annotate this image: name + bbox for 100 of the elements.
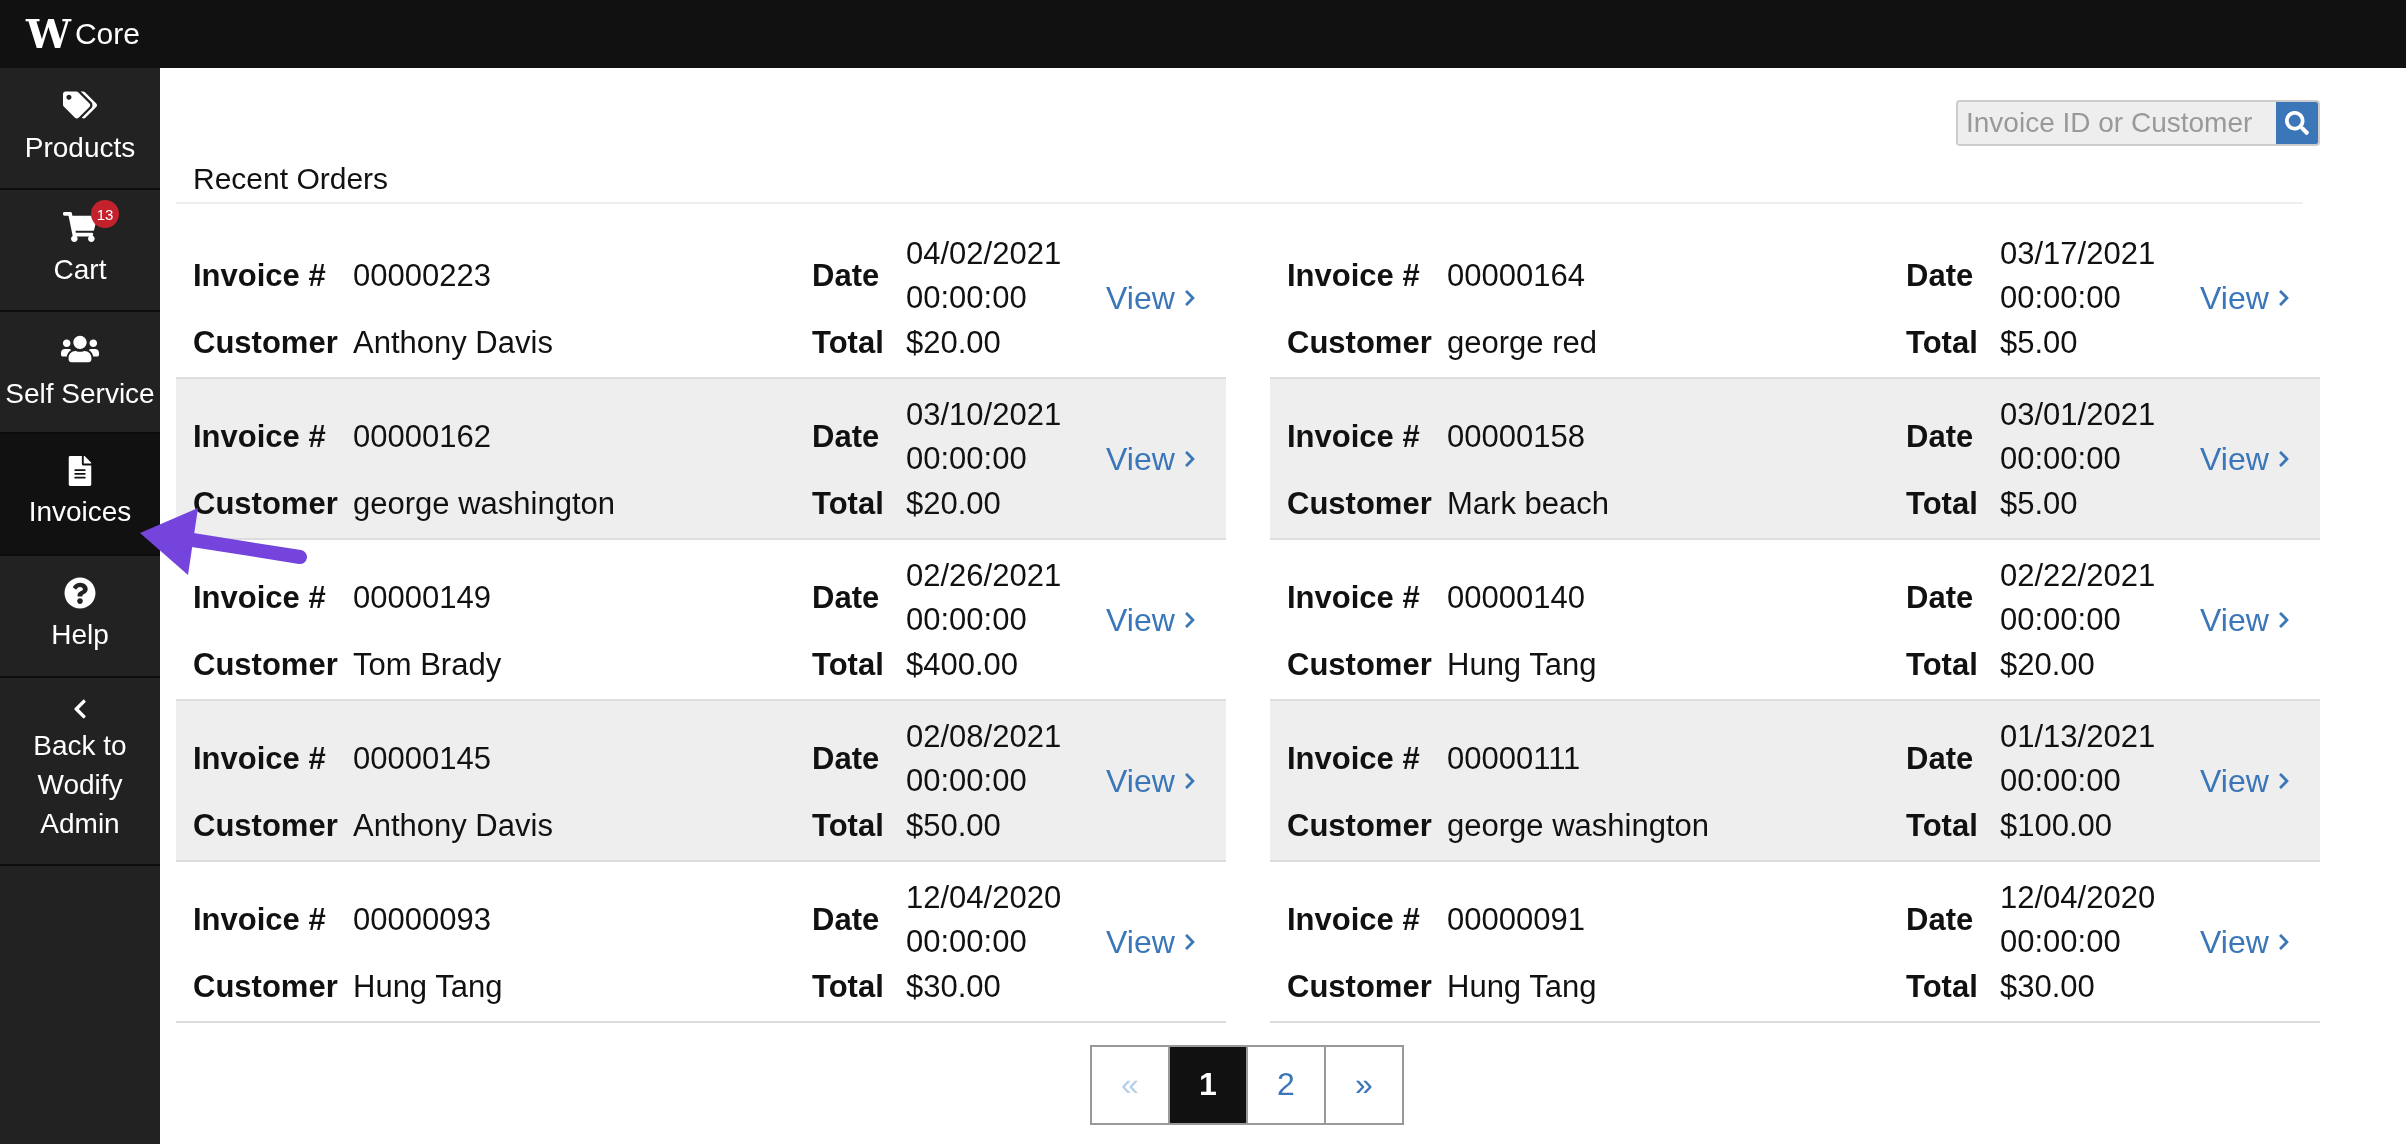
field-label: Invoice # <box>1287 418 1421 457</box>
invoice-number: 00000223 <box>353 257 492 296</box>
field-label: Invoice # <box>193 257 327 296</box>
order-total: $30.00 <box>2000 967 2096 1006</box>
sidebar-label: Help <box>51 618 109 653</box>
field-label: Date <box>812 418 881 457</box>
field-label: Total <box>1906 484 1979 523</box>
order-total: $30.00 <box>906 967 1002 1006</box>
field-label: Total <box>1906 323 1979 362</box>
field-label: Total <box>1906 645 1979 684</box>
order-date: 02/22/2021 00:00:00 <box>2000 556 2157 640</box>
view-link[interactable]: View <box>2200 919 2293 966</box>
sidebar-label: Back to Wodify Admin <box>32 729 128 842</box>
field-label: Total <box>812 967 885 1006</box>
field-label: Invoice # <box>1287 901 1421 940</box>
customer-name: george washington <box>353 484 616 523</box>
field-label: Invoice # <box>193 579 327 618</box>
field-label: Date <box>1906 418 1975 457</box>
page-button[interactable]: » <box>1324 1044 1404 1125</box>
search-field[interactable]: Invoice ID or Customer <box>1956 100 2320 146</box>
field-label: Invoice # <box>193 740 327 779</box>
field-label: Total <box>1906 967 1979 1006</box>
field-label: Date <box>812 257 881 296</box>
field-label: Date <box>1906 579 1975 618</box>
field-label: Date <box>1906 257 1975 296</box>
field-label: Invoice # <box>1287 257 1421 296</box>
help-icon <box>64 577 96 610</box>
invoice-number: 00000140 <box>1447 579 1586 618</box>
search-icon <box>2285 111 2309 135</box>
view-link[interactable]: View <box>2200 436 2293 483</box>
order-date: 03/10/2021 00:00:00 <box>906 396 1063 479</box>
field-label: Customer <box>1287 484 1433 523</box>
field-label: Date <box>1906 901 1975 940</box>
view-link[interactable]: View <box>1106 275 1199 322</box>
field-label: Customer <box>193 806 339 845</box>
view-link[interactable]: View <box>1106 919 1199 966</box>
field-label: Invoice # <box>193 901 327 940</box>
page-button[interactable]: 1 <box>1168 1044 1248 1125</box>
section-title: Recent Orders <box>193 162 389 195</box>
order-date: 12/04/2020 00:00:00 <box>2000 878 2157 962</box>
customer-name: george washington <box>1447 806 1710 845</box>
field-label: Total <box>812 323 885 362</box>
field-label: Date <box>812 901 881 940</box>
field-label: Date <box>812 740 881 779</box>
app-name: Core <box>74 17 140 51</box>
order-date: 01/13/2021 00:00:00 <box>2000 717 2157 801</box>
order-total: $5.00 <box>2000 323 2079 362</box>
field-label: Invoice # <box>1287 740 1421 779</box>
view-link[interactable]: View <box>1106 597 1199 644</box>
view-link[interactable]: View <box>2200 275 2293 322</box>
view-link[interactable]: View <box>1106 436 1199 483</box>
field-label: Customer <box>193 484 339 523</box>
field-label: Total <box>812 484 885 523</box>
field-label: Customer <box>1287 967 1433 1006</box>
view-link[interactable]: View <box>2200 758 2293 805</box>
sidebar-label: Invoices <box>28 495 132 530</box>
order-date: 02/08/2021 00:00:00 <box>906 717 1063 801</box>
order-total: $20.00 <box>2000 645 2096 684</box>
field-label: Customer <box>193 323 339 362</box>
sidebar-label: Cart <box>53 253 107 288</box>
invoice-number: 00000091 <box>1447 901 1586 940</box>
field-label: Customer <box>1287 323 1433 362</box>
invoice-number: 00000162 <box>353 418 492 457</box>
page-button[interactable]: 2 <box>1246 1044 1326 1125</box>
cart-icon <box>63 210 97 245</box>
order-date: 02/26/2021 00:00:00 <box>906 556 1063 640</box>
customer-name: Anthony Davis <box>353 806 554 845</box>
view-link[interactable]: View <box>2200 597 2293 644</box>
field-label: Date <box>812 579 881 618</box>
order-total: $100.00 <box>2000 806 2114 845</box>
customer-name: Hung Tang <box>1447 967 1598 1006</box>
order-total: $50.00 <box>906 806 1002 845</box>
sidebar-label: Products <box>24 131 136 166</box>
sidebar-label: Self Service <box>5 377 155 412</box>
order-total: $20.00 <box>906 323 1002 362</box>
invoice-number: 00000149 <box>353 579 492 618</box>
field-label: Total <box>812 806 885 845</box>
invoice-number: 00000145 <box>353 740 492 779</box>
field-label: Invoice # <box>1287 579 1421 618</box>
invoice-number: 00000164 <box>1447 257 1586 296</box>
invoice-number: 00000111 <box>1447 740 1582 779</box>
logo-mark: W <box>26 10 71 58</box>
order-total: $400.00 <box>906 645 1020 684</box>
order-total: $20.00 <box>906 484 1002 523</box>
order-date: 03/17/2021 00:00:00 <box>2000 235 2157 318</box>
search-button[interactable] <box>2276 102 2318 144</box>
customer-name: Hung Tang <box>1447 645 1598 684</box>
sidebar-item[interactable]: Invoices <box>0 434 160 556</box>
customer-name: george red <box>1447 323 1598 362</box>
invoice-number: 00000093 <box>353 901 492 940</box>
field-label: Customer <box>1287 645 1433 684</box>
count-badge: 13 <box>91 200 119 229</box>
customer-name: Mark beach <box>1447 484 1610 523</box>
order-date: 12/04/2020 00:00:00 <box>906 878 1063 962</box>
order-total: $5.00 <box>2000 484 2079 523</box>
view-link[interactable]: View <box>1106 758 1199 805</box>
field-label: Customer <box>193 645 339 684</box>
field-label: Customer <box>193 967 339 1006</box>
field-label: Invoice # <box>193 418 327 457</box>
customer-name: Tom Brady <box>353 645 503 684</box>
